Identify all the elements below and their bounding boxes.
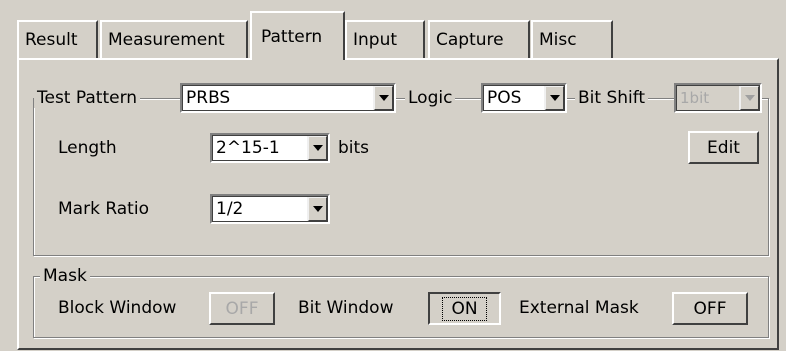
tab-label: Input (353, 30, 398, 50)
external-mask-value: OFF (693, 298, 727, 319)
bit-shift-select[interactable]: 1bit (674, 83, 762, 113)
external-mask-label: External Mask (519, 298, 639, 318)
mask-label: Mask (40, 266, 90, 286)
test-pattern-value: PRBS (186, 88, 231, 108)
tab-label: Measurement (108, 30, 225, 50)
test-pattern-select[interactable]: PRBS (180, 83, 396, 113)
tab-label: Capture (436, 30, 504, 50)
chevron-down-icon[interactable] (544, 85, 565, 111)
test-pattern-group (33, 98, 769, 256)
bit-window-toggle[interactable]: ON (428, 292, 501, 325)
tab-result[interactable]: Result (17, 20, 98, 58)
mark-ratio-select[interactable]: 1/2 (210, 194, 330, 224)
block-window-label: Block Window (58, 298, 177, 318)
length-select[interactable]: 2^15-1 (210, 133, 330, 163)
logic-value: POS (487, 88, 522, 108)
block-window-toggle[interactable]: OFF (209, 292, 275, 325)
logic-select[interactable]: POS (481, 83, 567, 113)
bit-shift-value: 1bit (680, 89, 710, 107)
bit-window-label: Bit Window (298, 298, 394, 318)
logic-label: Logic (405, 88, 456, 108)
chevron-down-icon[interactable] (739, 85, 760, 111)
bit-shift-label: Bit Shift (575, 88, 649, 108)
bit-window-value: ON (442, 296, 487, 321)
block-window-value: OFF (225, 298, 259, 319)
length-label: Length (58, 138, 117, 158)
tab-pattern[interactable]: Pattern (250, 11, 345, 60)
chevron-down-icon[interactable] (307, 135, 328, 161)
tab-label: Pattern (261, 26, 323, 47)
edit-button-label: Edit (707, 137, 740, 158)
tab-label: Result (25, 30, 78, 50)
chevron-down-icon[interactable] (307, 196, 328, 222)
mark-ratio-value: 1/2 (216, 199, 244, 219)
edit-button[interactable]: Edit (688, 131, 759, 164)
length-unit: bits (338, 138, 370, 158)
length-value: 2^15-1 (216, 138, 280, 158)
tab-label: Misc (539, 30, 577, 50)
mark-ratio-label: Mark Ratio (58, 199, 149, 219)
external-mask-toggle[interactable]: OFF (672, 292, 748, 325)
tab-input[interactable]: Input (345, 20, 425, 58)
tab-capture[interactable]: Capture (428, 20, 530, 58)
tab-measurement[interactable]: Measurement (100, 20, 248, 58)
test-pattern-label: Test Pattern (34, 88, 141, 108)
chevron-down-icon[interactable] (373, 85, 394, 111)
tab-misc[interactable]: Misc (531, 20, 613, 58)
